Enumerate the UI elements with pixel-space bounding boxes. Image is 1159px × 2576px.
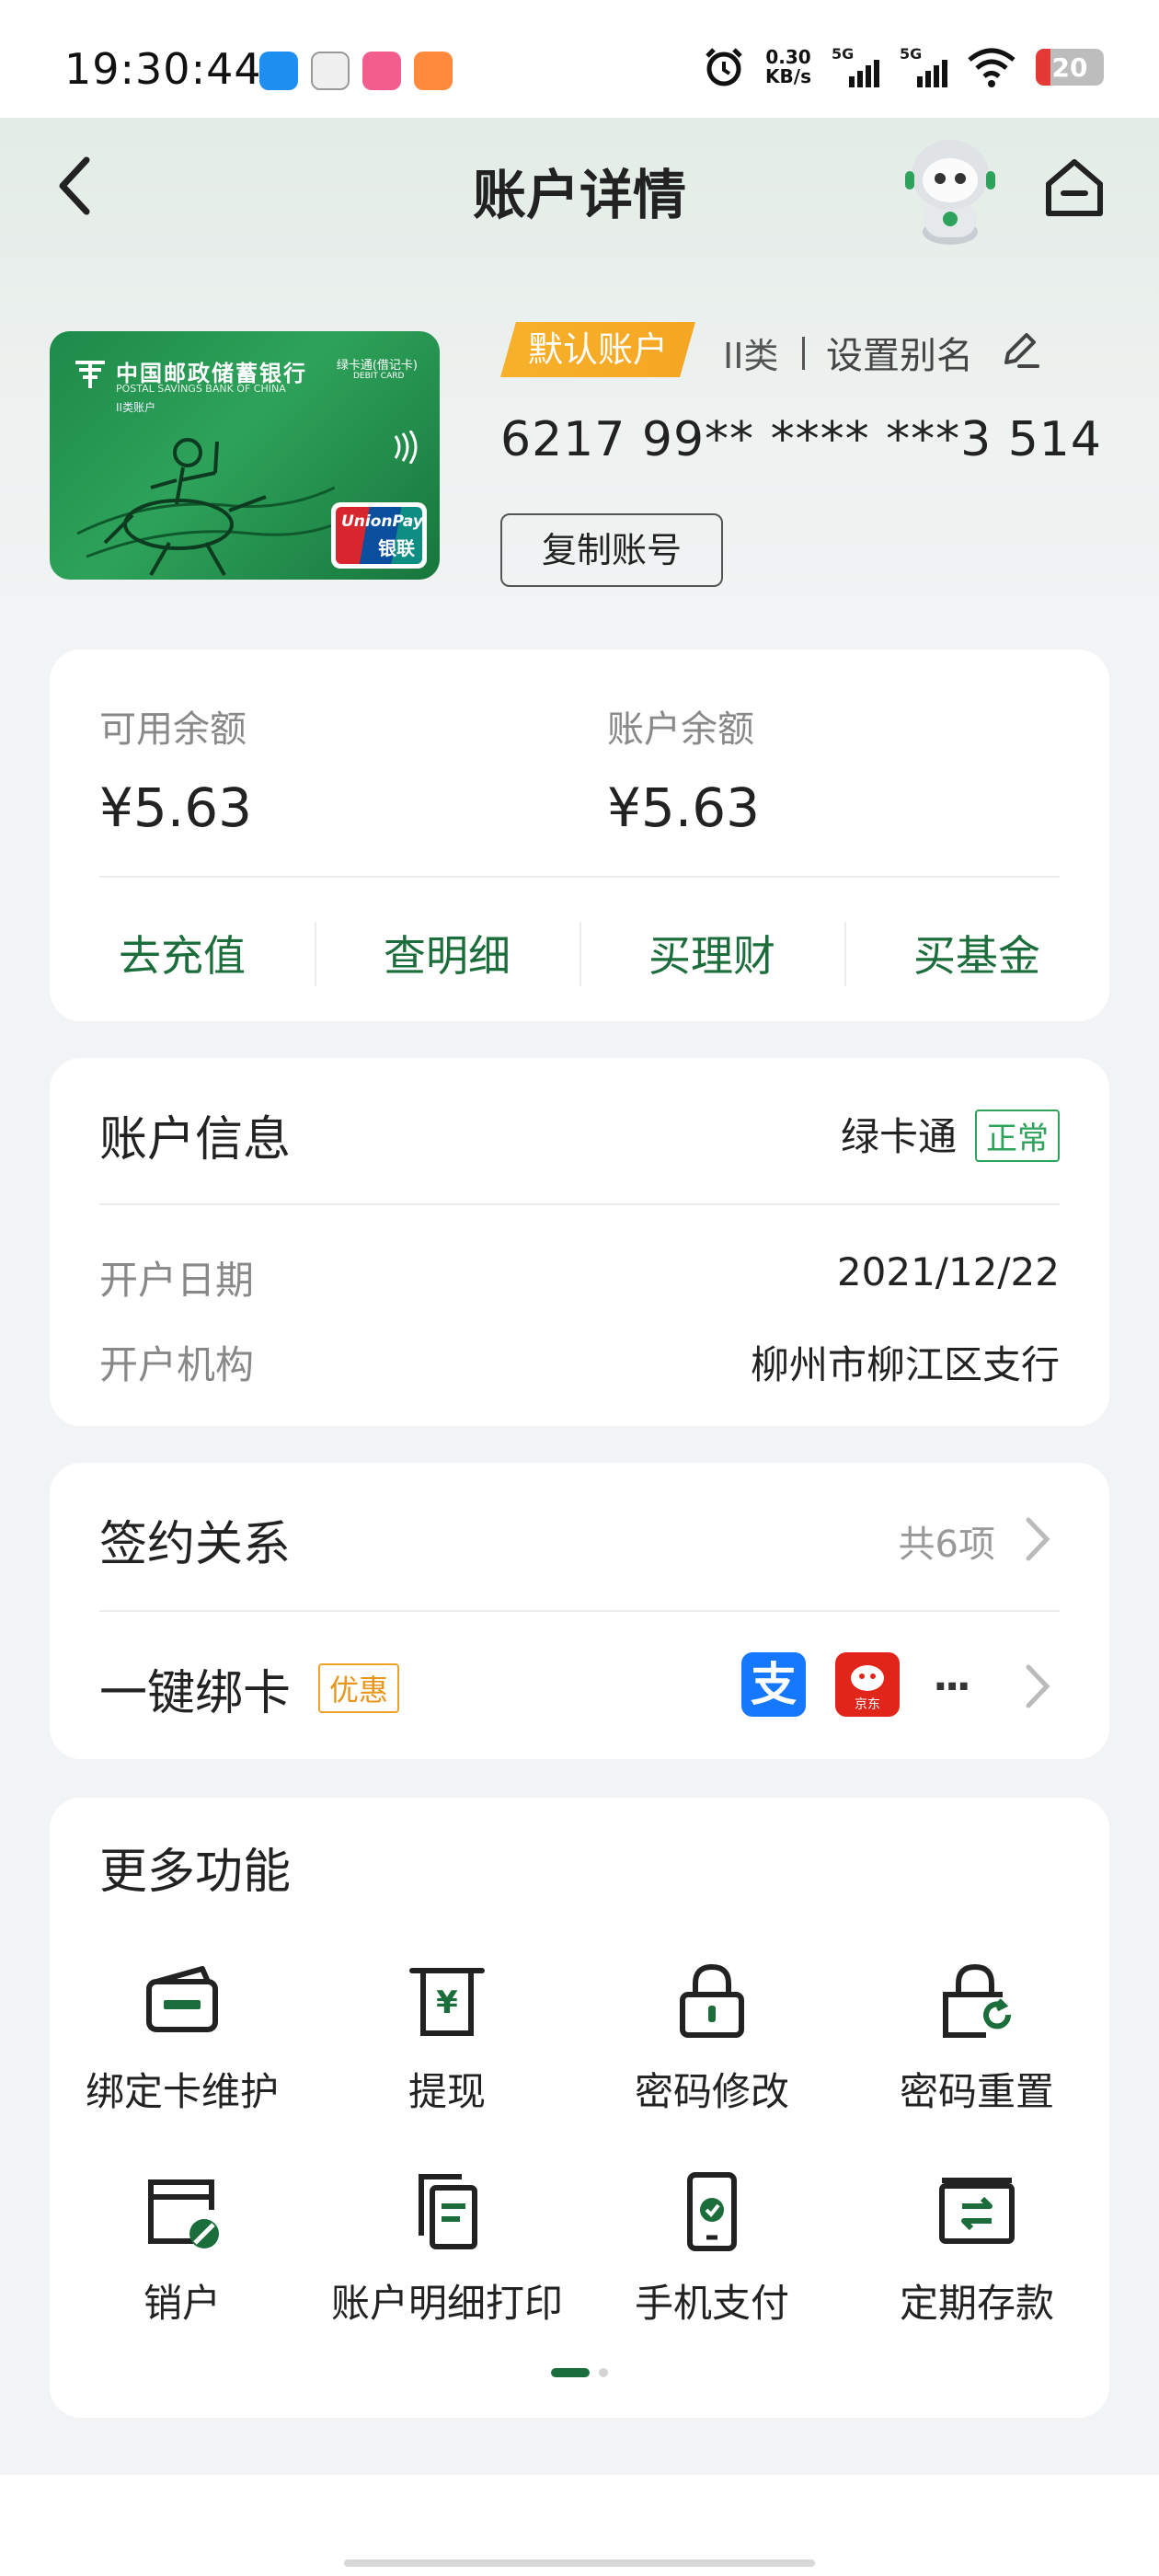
recharge-button[interactable]: 去充值 <box>50 885 315 1021</box>
function-label: 提现 <box>407 2069 486 2114</box>
alarm-icon <box>706 48 742 86</box>
jd-dog-icon <box>851 1665 884 1691</box>
sign-relations-count: 共6项 <box>898 1524 995 1566</box>
function-label: 销户 <box>143 2281 221 2326</box>
available-balance-label: 可用余额 <box>99 708 247 751</box>
unionpay-text: UnionPay <box>341 512 422 531</box>
withdraw-icon: ¥ <box>409 1968 485 2036</box>
assistant-robot-icon[interactable] <box>900 129 1001 248</box>
alipay-icon: 支 <box>741 1652 806 1717</box>
card-type: 绿卡通(借记卡) <box>336 359 418 373</box>
function-label: 绑定卡维护 <box>85 2069 279 2114</box>
divider <box>99 876 1060 878</box>
status-app-icons <box>259 52 453 90</box>
function-label: 密码重置 <box>899 2069 1054 2114</box>
edit-icon[interactable] <box>999 328 1041 370</box>
divider <box>802 337 805 370</box>
net-speed-value: 0.30 <box>765 46 811 68</box>
chevron-right-icon <box>1026 1517 1050 1561</box>
more-dots: ··· <box>933 1663 971 1710</box>
battery-level: 20 <box>1051 52 1088 83</box>
home-button[interactable] <box>1041 155 1107 221</box>
home-indicator[interactable] <box>344 2559 815 2567</box>
wifi-icon <box>968 48 1016 87</box>
postal-logo-icon <box>75 361 105 388</box>
promo-badge: 优惠 <box>318 1663 400 1713</box>
buy-wealth-product-button[interactable]: 买理财 <box>580 885 844 1021</box>
open-date-value: 2021/12/22 <box>836 1249 1060 1294</box>
branch-value: 柳州市柳江区支行 <box>750 1342 1060 1387</box>
bank-name-en: POSTAL SAVINGS BANK OF CHINA <box>116 383 286 395</box>
contactless-icon <box>394 431 418 464</box>
more-functions-title: 更多功能 <box>99 1845 292 1900</box>
open-date-label: 开户日期 <box>99 1258 255 1303</box>
close-account-icon <box>148 2179 219 2248</box>
status-time: 19:30:44 <box>64 44 262 94</box>
function-label: 定期存款 <box>899 2281 1054 2326</box>
page-dot <box>599 2368 608 2377</box>
page-dot-active <box>551 2368 590 2377</box>
function-label: 密码修改 <box>634 2069 789 2114</box>
withdraw-button[interactable]: ¥ 提现 <box>315 1956 580 2117</box>
view-details-button[interactable]: 查明细 <box>315 885 580 1021</box>
available-balance-value: ¥5.63 <box>99 776 253 839</box>
balance-card: 可用余额 ¥5.63 账户余额 ¥5.63 去充值 查明细 买理财 买基金 <box>50 650 1109 1021</box>
account-balance-label: 账户余额 <box>607 708 754 751</box>
reset-password-button[interactable]: 密码重置 <box>844 1956 1109 2117</box>
sign-relations-title: 签约关系 <box>99 1517 292 1572</box>
mobile-pay-button[interactable]: 手机支付 <box>580 2168 844 2329</box>
page-indicator <box>50 2368 1109 2377</box>
branch-label: 开户机构 <box>99 1342 255 1387</box>
function-label: 账户明细打印 <box>330 2281 563 2326</box>
set-alias-link[interactable]: 设置别名 <box>826 326 973 379</box>
unionpay-logo: UnionPay 银联 <box>331 502 427 569</box>
account-class-label: II类 <box>723 336 779 376</box>
change-password-button[interactable]: 密码修改 <box>580 1956 844 2117</box>
bound-card-maintenance-button[interactable]: 绑定卡维护 <box>50 1956 315 2117</box>
net-speed: 0.30 KB/s <box>765 48 811 86</box>
time-deposit-button[interactable]: 定期存款 <box>844 2168 1109 2329</box>
status-badge: 正常 <box>975 1110 1060 1162</box>
battery-icon: 20 <box>1036 49 1104 86</box>
account-info-title: 账户信息 <box>99 1112 292 1167</box>
sign-relations-card: 签约关系 共6项 一键绑卡 优惠 支 京东 ··· <box>50 1463 1109 1759</box>
more-functions-card: 更多功能 绑定卡维护 ¥ 提现 密码修改 密码重置 销户 账户明细打印 手机支付… <box>50 1798 1109 2418</box>
buy-fund-button[interactable]: 买基金 <box>844 885 1109 1021</box>
jd-label: 京东 <box>855 1697 880 1712</box>
copy-account-button[interactable]: 复制账号 <box>500 513 723 587</box>
debit-card-label: DEBIT CARD <box>353 372 405 381</box>
print-statement-button[interactable]: 账户明细打印 <box>315 2168 580 2329</box>
signal-icon: 5G <box>832 45 879 87</box>
notification-app-icon <box>414 52 453 90</box>
unionpay-cn-text: 银联 <box>378 537 415 559</box>
divider <box>99 1203 1060 1205</box>
jd-icon: 京东 <box>835 1652 900 1717</box>
horse-rider-illustration <box>76 438 335 576</box>
notification-app-icon <box>311 52 350 90</box>
bank-card-image: 中国邮政储蓄银行 POSTAL SAVINGS BANK OF CHINA II… <box>50 331 440 580</box>
lock-icon <box>680 1963 744 2038</box>
close-account-button[interactable]: 销户 <box>50 2168 315 2329</box>
account-info-card: 账户信息 绿卡通 正常 开户日期 2021/12/22 开户机构 柳州市柳江区支… <box>50 1058 1109 1426</box>
net-speed-unit: KB/s <box>765 65 811 87</box>
notification-app-icon <box>259 52 298 90</box>
sign-relations-row[interactable]: 签约关系 共6项 <box>50 1463 1109 1610</box>
signal-icon: 5G <box>900 45 947 87</box>
lock-reset-icon <box>943 1963 1012 2038</box>
print-statement-icon <box>419 2174 477 2249</box>
notification-app-icon <box>362 52 401 90</box>
card-product-name: 绿卡通 <box>840 1114 957 1159</box>
card-icon <box>146 1966 218 2032</box>
default-account-badge: 默认账户 <box>500 322 696 377</box>
status-bar: 19:30:44 0.30 KB/s 5G 5G 20 <box>0 0 1159 118</box>
time-deposit-icon <box>939 2178 1015 2244</box>
balance-actions: 去充值 查明细 买理财 买基金 <box>50 885 1109 1021</box>
account-number: 6217 99** **** ***3 514 <box>500 412 1102 467</box>
one-click-bind-title: 一键绑卡 <box>99 1666 292 1721</box>
chevron-right-icon <box>1026 1664 1050 1708</box>
function-label: 手机支付 <box>634 2281 789 2326</box>
svg-text:¥: ¥ <box>436 1984 458 2021</box>
account-balance-value: ¥5.63 <box>607 776 761 839</box>
mobile-pay-icon <box>687 2172 737 2251</box>
